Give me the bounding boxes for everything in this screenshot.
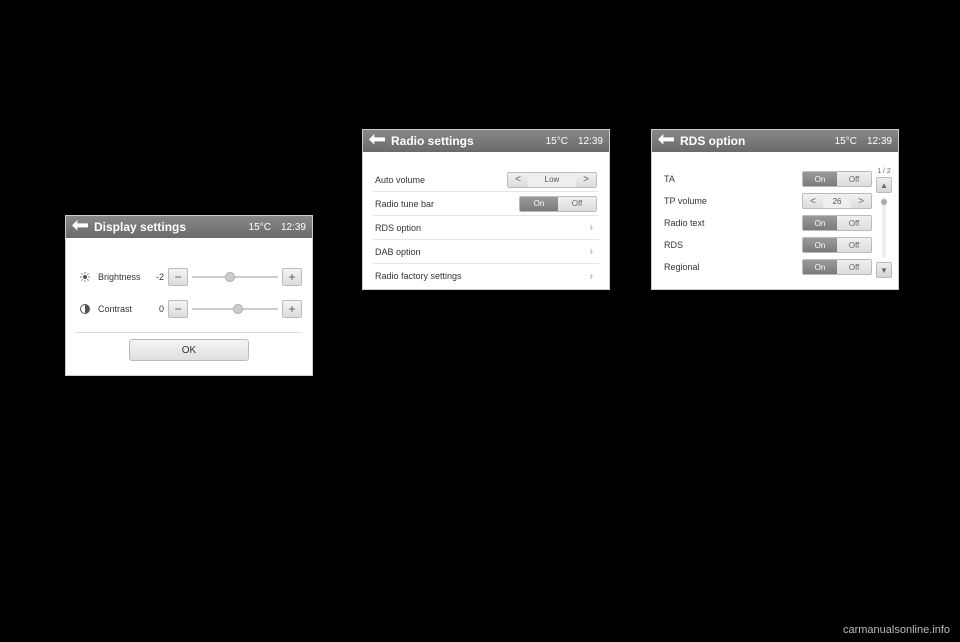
- regional-off-button[interactable]: Off: [837, 260, 871, 274]
- tp-volume-spinner: < 26 >: [802, 193, 872, 209]
- regional-toggle: On Off: [802, 259, 872, 275]
- watermark: carmanualsonline.info: [843, 624, 950, 636]
- chevron-right-icon: ›: [586, 222, 597, 233]
- ta-on-button[interactable]: On: [803, 172, 837, 186]
- chevron-right-icon: ›: [586, 271, 597, 282]
- brightness-slider[interactable]: [192, 276, 278, 278]
- scroll-thumb[interactable]: [881, 199, 887, 205]
- radio-tune-bar-label: Radio tune bar: [375, 199, 519, 209]
- ta-off-button[interactable]: Off: [837, 172, 871, 186]
- rds-option-label: RDS option: [375, 223, 586, 233]
- back-icon[interactable]: [658, 134, 674, 148]
- display-settings-header: Display settings 15°C 12:39: [66, 216, 312, 238]
- auto-volume-spinner: < Low >: [507, 172, 597, 188]
- ta-label: TA: [664, 174, 802, 184]
- contrast-icon: [76, 303, 94, 315]
- rds-on-button[interactable]: On: [803, 238, 837, 252]
- radio-text-off-button[interactable]: Off: [837, 216, 871, 230]
- display-settings-title: Display settings: [94, 220, 186, 234]
- back-icon[interactable]: [369, 134, 385, 148]
- contrast-row: Contrast 0 − +: [76, 300, 302, 318]
- auto-volume-value: Low: [528, 173, 576, 187]
- regional-row: Regional On Off: [662, 256, 874, 278]
- header-time: 12:39: [867, 136, 892, 147]
- scroll-up-button[interactable]: ▲: [876, 177, 892, 193]
- ta-row: TA On Off: [662, 168, 874, 190]
- radio-factory-row[interactable]: Radio factory settings ›: [373, 264, 599, 288]
- radio-settings-header: Radio settings 15°C 12:39: [363, 130, 609, 152]
- auto-volume-prev-button[interactable]: <: [508, 173, 528, 187]
- radio-tune-bar-toggle: On Off: [519, 196, 597, 212]
- contrast-slider-thumb[interactable]: [233, 304, 243, 314]
- brightness-icon: [76, 271, 94, 283]
- rds-row: RDS On Off: [662, 234, 874, 256]
- brightness-row: Brightness -2 − +: [76, 268, 302, 286]
- radio-text-label: Radio text: [664, 218, 802, 228]
- brightness-label: Brightness: [98, 272, 150, 282]
- contrast-minus-button[interactable]: −: [168, 300, 188, 318]
- radio-text-toggle: On Off: [802, 215, 872, 231]
- auto-volume-label: Auto volume: [375, 175, 507, 185]
- dab-option-label: DAB option: [375, 247, 586, 257]
- chevron-right-icon: ›: [586, 246, 597, 257]
- regional-on-button[interactable]: On: [803, 260, 837, 274]
- rds-off-button[interactable]: Off: [837, 238, 871, 252]
- regional-label: Regional: [664, 262, 802, 272]
- ta-toggle: On Off: [802, 171, 872, 187]
- display-settings-panel: Display settings 15°C 12:39 Brightness -…: [65, 215, 313, 376]
- radio-tune-bar-on-button[interactable]: On: [520, 197, 558, 211]
- radio-settings-title: Radio settings: [391, 134, 474, 148]
- radio-factory-label: Radio factory settings: [375, 271, 586, 281]
- radio-text-row: Radio text On Off: [662, 212, 874, 234]
- contrast-value: 0: [150, 304, 164, 314]
- tp-volume-prev-button[interactable]: <: [803, 194, 823, 208]
- brightness-slider-thumb[interactable]: [225, 272, 235, 282]
- tp-volume-next-button[interactable]: >: [851, 194, 871, 208]
- radio-tune-bar-row: Radio tune bar On Off: [373, 192, 599, 216]
- dab-option-row[interactable]: DAB option ›: [373, 240, 599, 264]
- scroll-track[interactable]: [882, 197, 886, 258]
- contrast-plus-button[interactable]: +: [282, 300, 302, 318]
- contrast-label: Contrast: [98, 304, 150, 314]
- rds-toggle: On Off: [802, 237, 872, 253]
- ok-button[interactable]: OK: [129, 339, 249, 361]
- rds-option-header: RDS option 15°C 12:39: [652, 130, 898, 152]
- tp-volume-value: 26: [823, 194, 851, 208]
- auto-volume-next-button[interactable]: >: [576, 173, 596, 187]
- header-temp: 15°C: [546, 136, 568, 147]
- tp-volume-label: TP volume: [664, 196, 802, 206]
- rds-scrollbar: 1 / 2 ▲ ▼: [874, 168, 894, 278]
- brightness-plus-button[interactable]: +: [282, 268, 302, 286]
- tp-volume-row: TP volume < 26 >: [662, 190, 874, 212]
- rds-option-panel: RDS option 15°C 12:39 TA On Off TP volum…: [651, 129, 899, 290]
- header-temp: 15°C: [835, 136, 857, 147]
- header-time: 12:39: [578, 136, 603, 147]
- radio-tune-bar-off-button[interactable]: Off: [558, 197, 596, 211]
- page-indicator: 1 / 2: [877, 168, 891, 175]
- auto-volume-row: Auto volume < Low >: [373, 168, 599, 192]
- brightness-minus-button[interactable]: −: [168, 268, 188, 286]
- rds-option-row[interactable]: RDS option ›: [373, 216, 599, 240]
- back-icon[interactable]: [72, 220, 88, 234]
- scroll-down-button[interactable]: ▼: [876, 262, 892, 278]
- contrast-slider[interactable]: [192, 308, 278, 310]
- rds-option-title: RDS option: [680, 134, 745, 148]
- radio-text-on-button[interactable]: On: [803, 216, 837, 230]
- header-time: 12:39: [281, 222, 306, 233]
- brightness-value: -2: [150, 272, 164, 282]
- radio-settings-panel: Radio settings 15°C 12:39 Auto volume < …: [362, 129, 610, 290]
- rds-label: RDS: [664, 240, 802, 250]
- header-temp: 15°C: [249, 222, 271, 233]
